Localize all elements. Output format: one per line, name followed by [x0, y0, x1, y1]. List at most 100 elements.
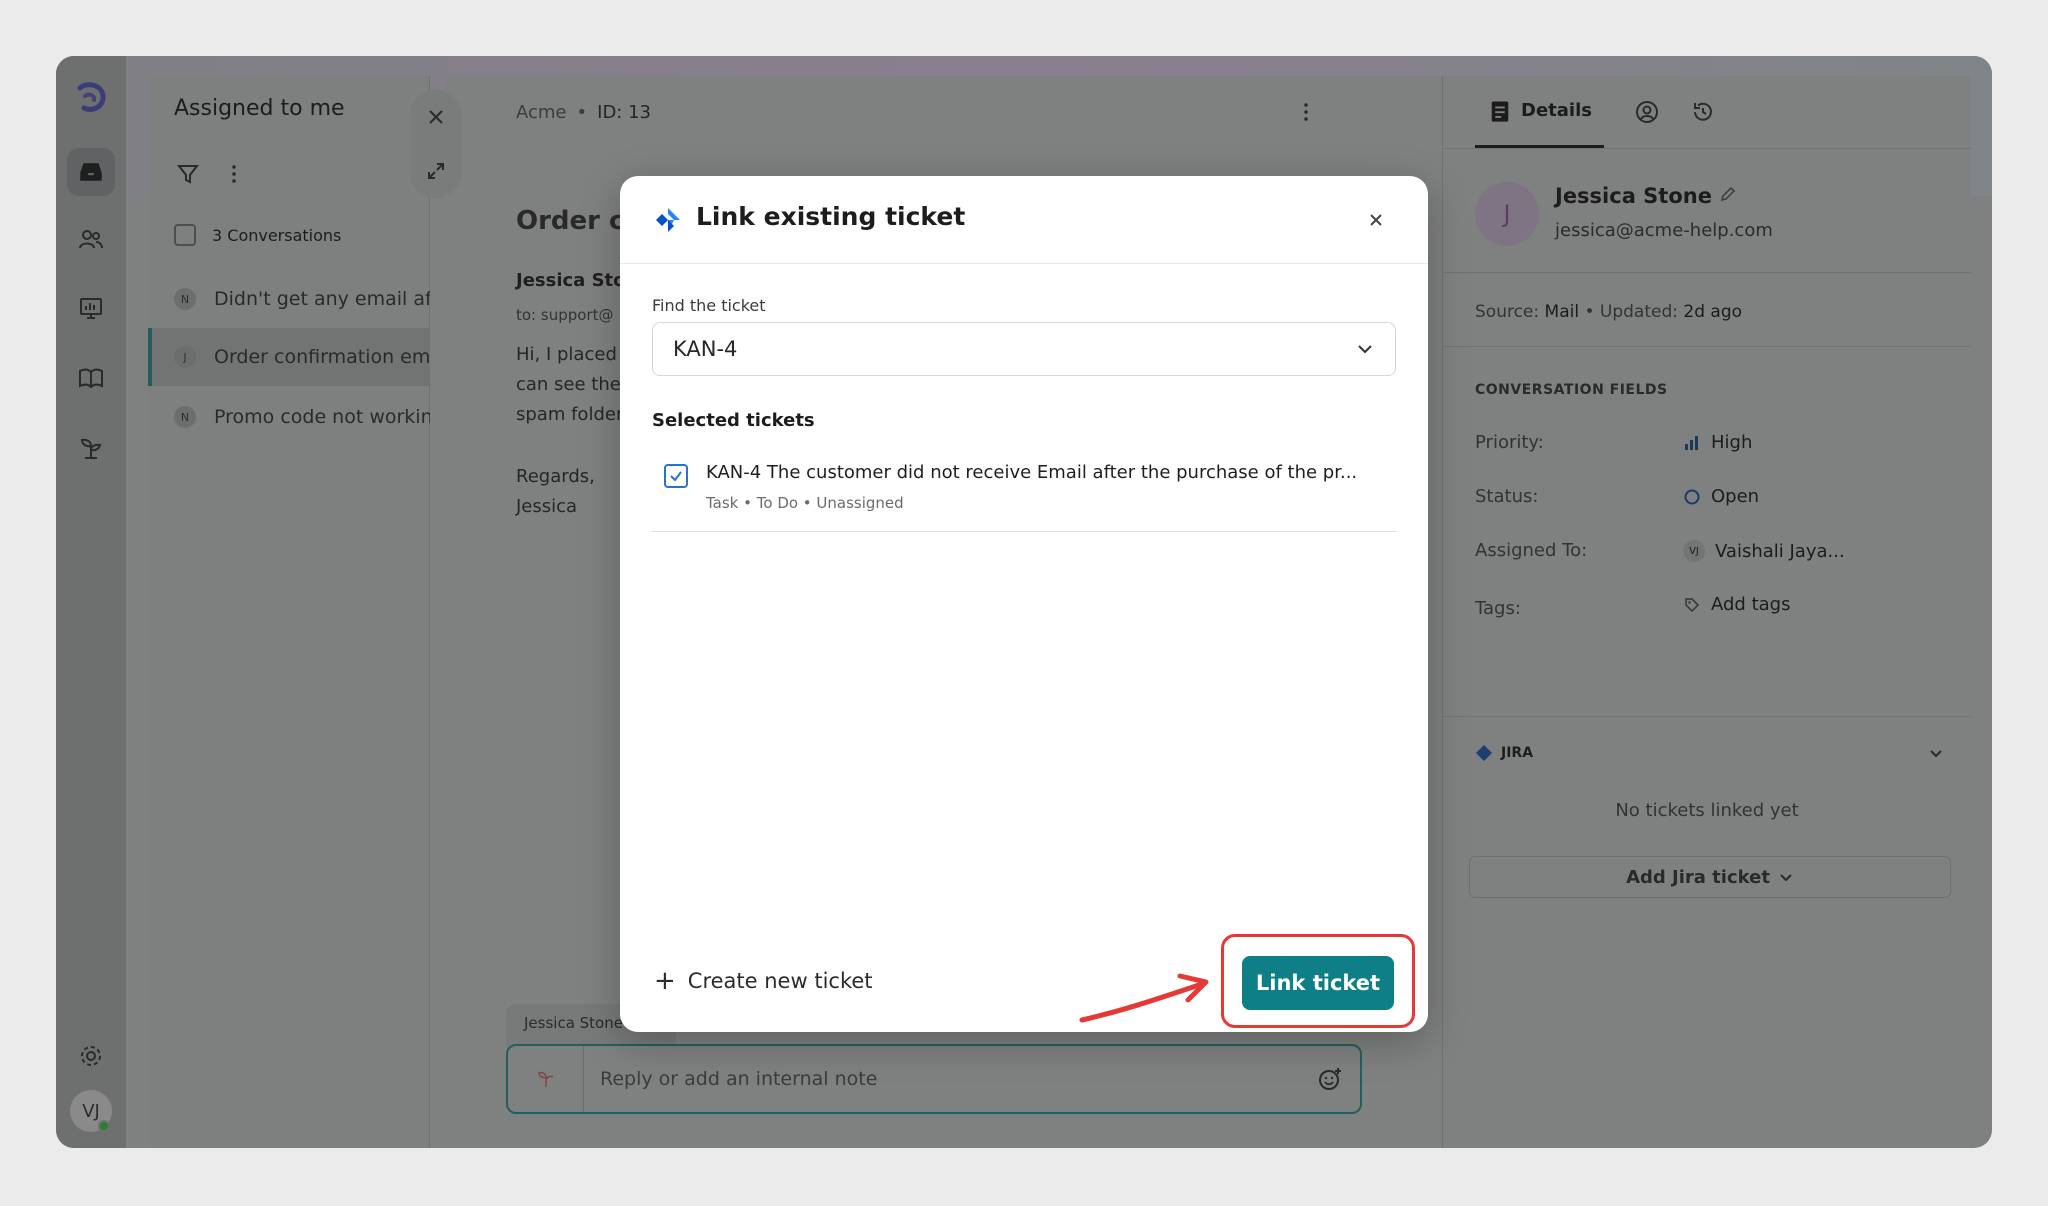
reply-editor[interactable]: Reply or add an internal note — [506, 1044, 1362, 1114]
status-value: Open — [1711, 486, 1760, 507]
conversation-title: Didn't get any email after — [214, 288, 430, 310]
conversation-avatar: J — [174, 346, 196, 368]
sprout-icon — [80, 438, 102, 459]
emoji-button[interactable] — [1300, 1066, 1360, 1092]
knowledge-base-nav-item[interactable] — [67, 354, 115, 402]
select-all-checkbox[interactable] — [174, 224, 196, 246]
create-new-ticket-label: Create new ticket — [687, 969, 873, 993]
ticket-select-value: KAN-4 — [673, 337, 738, 361]
customer-email: jessica@acme-help.com — [1555, 220, 1773, 241]
app-logo-icon[interactable] — [72, 78, 110, 116]
assignee-avatar: VJ — [1683, 540, 1705, 562]
inbox-icon — [80, 163, 102, 181]
conversation-id: ID: 13 — [597, 102, 651, 123]
list-item[interactable]: J Order confirmation email — [148, 328, 430, 386]
select-all-row: 3 Conversations — [174, 224, 341, 246]
signature-line: Regards, — [516, 466, 595, 487]
link-ticket-modal: Link existing ticket Find the ticket KAN… — [620, 176, 1428, 1032]
filter-icon[interactable] — [176, 162, 200, 186]
history-icon[interactable] — [1690, 99, 1716, 125]
chevron-down-icon — [1780, 874, 1792, 882]
create-new-ticket-button[interactable]: + Create new ticket — [654, 968, 873, 994]
org-name[interactable]: Acme — [516, 102, 567, 123]
more-vertical-icon[interactable] — [222, 162, 246, 186]
message-line: can see the — [516, 374, 621, 395]
chevron-down-icon[interactable] — [1927, 744, 1945, 762]
updated-value: 2d ago — [1683, 302, 1743, 322]
source-info: Source: Mail • Updated: 2d ago — [1475, 302, 1742, 322]
assigned-label: Assigned To: — [1475, 540, 1588, 561]
list-toolbar — [176, 162, 246, 186]
list-item[interactable]: N Didn't get any email after — [148, 270, 430, 328]
emoji-add-icon — [1319, 1068, 1341, 1090]
document-icon — [1491, 101, 1509, 122]
priority-bars-icon — [1685, 435, 1698, 450]
tab-details-label: Details — [1521, 100, 1592, 121]
more-vertical-icon[interactable] — [1296, 100, 1316, 124]
no-tickets-message: No tickets linked yet — [1615, 800, 1799, 821]
chart-board-icon — [80, 298, 102, 319]
add-jira-ticket-label: Add Jira ticket — [1626, 866, 1770, 888]
inbox-nav-item[interactable] — [67, 148, 115, 196]
ticket-meta: Task • To Do • Unassigned — [706, 494, 904, 512]
close-icon[interactable] — [1366, 210, 1386, 230]
automation-nav-item[interactable] — [67, 424, 115, 472]
chevron-down-icon — [1358, 345, 1372, 354]
customer-avatar: J — [1475, 182, 1539, 246]
sprout-icon — [537, 1071, 553, 1087]
divider — [1443, 272, 1971, 273]
breadcrumb-separator: • — [576, 102, 588, 123]
customer-name-text: Jessica Stone — [1555, 184, 1712, 208]
gear-icon — [81, 1046, 101, 1066]
check-icon — [670, 471, 682, 482]
highlight-annotation — [1221, 934, 1415, 1028]
status-label: Status: — [1475, 486, 1539, 507]
reports-nav-item[interactable] — [67, 284, 115, 332]
source-label: Source: — [1475, 302, 1540, 322]
settings-nav-item[interactable] — [67, 1032, 115, 1080]
details-tabs: Details — [1475, 76, 1716, 148]
expand-icon[interactable] — [426, 161, 446, 181]
status-circle-icon — [1684, 489, 1700, 504]
ticket-select[interactable]: KAN-4 — [652, 322, 1396, 376]
book-icon — [79, 368, 103, 389]
assigned-value: Vaishali Jaya... — [1715, 540, 1845, 562]
tags-label: Tags: — [1475, 598, 1521, 619]
user-circle-icon[interactable] — [1634, 99, 1660, 125]
tag-icon — [1685, 597, 1700, 612]
jira-section-header[interactable]: JIRA — [1475, 744, 1533, 762]
priority-field[interactable]: High — [1683, 432, 1752, 453]
add-jira-ticket-button[interactable]: Add Jira ticket — [1469, 856, 1951, 898]
message-signature: Regards, Jessica — [516, 462, 595, 522]
modal-title: Link existing ticket — [696, 202, 966, 231]
conversation-list-panel: Assigned to me 3 Conversations N Didn't … — [148, 76, 430, 1148]
signature-line: Jessica — [516, 496, 578, 517]
ticket-checkbox[interactable] — [664, 464, 688, 488]
divider — [1443, 716, 1971, 717]
edit-pencil-icon[interactable] — [1719, 185, 1737, 203]
status-field[interactable]: Open — [1683, 486, 1759, 507]
conversation-avatar: N — [174, 288, 196, 310]
source-value: Mail — [1544, 302, 1580, 322]
reply-input[interactable]: Reply or add an internal note — [584, 1068, 1300, 1090]
tab-details[interactable]: Details — [1475, 76, 1604, 148]
close-icon[interactable] — [426, 107, 446, 127]
contacts-nav-item[interactable] — [67, 216, 115, 264]
add-tags-button[interactable]: Add tags — [1683, 594, 1790, 615]
users-icon — [79, 230, 103, 249]
list-item[interactable]: N Promo code not working — [148, 388, 430, 446]
modal-header: Link existing ticket — [620, 176, 1428, 264]
selected-tickets-heading: Selected tickets — [652, 410, 815, 431]
message-line: spam folder — [516, 404, 624, 425]
message-sender: Jessica Sto — [516, 270, 626, 291]
find-ticket-label: Find the ticket — [652, 296, 766, 315]
divider — [1443, 346, 1971, 347]
breadcrumb: Acme • ID: 13 — [516, 102, 651, 123]
conversation-title: Order confirmation email — [214, 346, 430, 368]
assigned-field[interactable]: VJ Vaishali Jaya... — [1683, 540, 1845, 562]
message-line: Hi, I placed a — [516, 344, 634, 365]
separator-dot: • — [1584, 302, 1600, 322]
jira-label: JIRA — [1501, 745, 1534, 761]
reply-mode-toggle[interactable] — [508, 1046, 584, 1112]
panel-controls — [410, 90, 462, 198]
